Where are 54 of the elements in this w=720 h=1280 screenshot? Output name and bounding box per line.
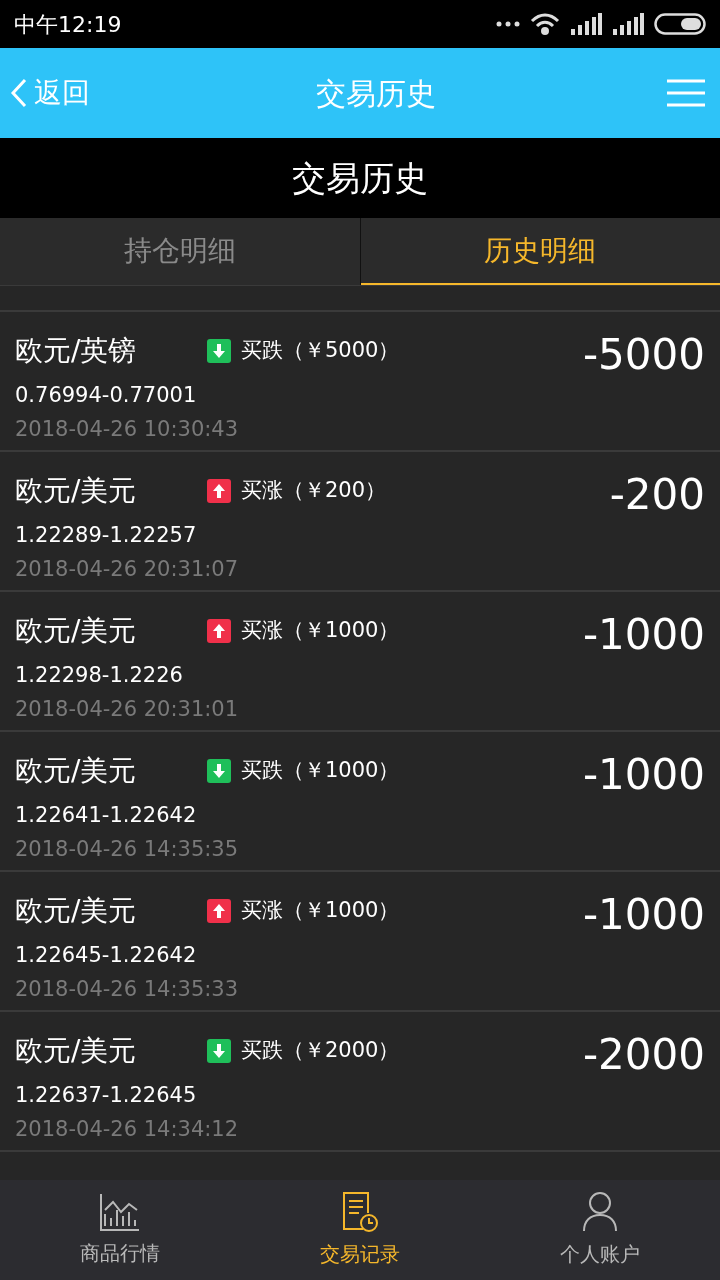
trade-row[interactable]: 欧元/美元 买涨（￥1000） 1.22645-1.22642 2018-04-26 14:35:33 -1000 bbox=[0, 872, 720, 1012]
profit-amount: -200 bbox=[609, 474, 705, 521]
currency-pair: 欧元/美元 bbox=[15, 893, 138, 929]
profit-amount: -1000 bbox=[582, 754, 705, 801]
document-clock-icon bbox=[341, 1191, 379, 1233]
profit-amount: -1000 bbox=[582, 894, 705, 941]
price-range: 1.22289-1.22257 bbox=[15, 522, 198, 549]
currency-pair: 欧元/美元 bbox=[15, 1033, 138, 1069]
trade-row[interactable]: 欧元/英镑 买跌（￥5000） 0.76994-0.77001 2018-04-26 10:30:43 -5000 bbox=[0, 312, 720, 452]
status-time: 中午12:19 bbox=[14, 10, 122, 39]
trade-row[interactable]: 欧元/美元 买跌（￥1000） 1.22641-1.22642 2018-04-26 14:35:35 -1000 bbox=[0, 732, 720, 872]
profit-amount: -1000 bbox=[582, 614, 705, 661]
currency-pair: 欧元/英镑 bbox=[15, 333, 138, 369]
battery-icon bbox=[654, 13, 706, 35]
wifi-icon bbox=[530, 13, 560, 35]
profit-amount: -5000 bbox=[582, 334, 705, 381]
signal-icon bbox=[612, 13, 644, 35]
currency-pair: 欧元/美元 bbox=[15, 613, 138, 649]
nav-tab[interactable]: 商品行情 bbox=[0, 1180, 240, 1280]
tab[interactable]: 历史明细 bbox=[360, 218, 720, 285]
trade-action: 买涨（￥200） bbox=[241, 477, 387, 505]
profit-amount: -2000 bbox=[582, 1034, 705, 1081]
bar-chart-icon bbox=[99, 1192, 141, 1232]
trade-time: 2018-04-26 14:35:33 bbox=[15, 975, 240, 1003]
signal-icon bbox=[570, 13, 602, 35]
trade-time: 2018-04-26 14:34:12 bbox=[15, 1115, 240, 1143]
currency-pair: 欧元/美元 bbox=[15, 753, 138, 789]
trade-action: 买跌（￥1000） bbox=[241, 757, 400, 785]
chevron-left-icon bbox=[10, 78, 28, 108]
trade-time: 2018-04-26 10:30:43 bbox=[15, 415, 240, 443]
trade-time: 2018-04-26 20:31:07 bbox=[15, 555, 240, 583]
page-title: 交易历史 bbox=[292, 156, 428, 200]
trade-row[interactable]: 欧元/美元 买跌（￥2000） 1.22637-1.22645 2018-04-26 14:34:12 -2000 bbox=[0, 1012, 720, 1152]
nav-tab[interactable]: 交易记录 bbox=[240, 1180, 480, 1280]
tab[interactable]: 持仓明细 bbox=[0, 218, 360, 285]
price-range: 1.22641-1.22642 bbox=[15, 802, 198, 829]
trade-row[interactable]: 欧元/美元 买涨（￥1000） 1.22298-1.2226 2018-04-26 20:31:01 -1000 bbox=[0, 592, 720, 732]
header-title: 交易历史 bbox=[316, 74, 436, 113]
trade-action: 买涨（￥1000） bbox=[241, 897, 400, 925]
price-range: 1.22645-1.22642 bbox=[15, 942, 198, 969]
trade-time: 2018-04-26 14:35:35 bbox=[15, 835, 240, 863]
price-range: 1.22637-1.22645 bbox=[15, 1082, 198, 1109]
price-range: 1.22298-1.2226 bbox=[15, 662, 184, 689]
menu-icon bbox=[667, 79, 705, 107]
nav-tab[interactable]: 个人账户 bbox=[480, 1180, 720, 1280]
currency-pair: 欧元/美元 bbox=[15, 473, 138, 509]
more-dots-icon bbox=[496, 21, 520, 27]
person-icon bbox=[582, 1191, 618, 1233]
trade-action: 买跌（￥2000） bbox=[241, 1037, 400, 1065]
trade-row[interactable]: 欧元/美元 买涨（￥200） 1.22289-1.22257 2018-04-26 20:31:07 -200 bbox=[0, 452, 720, 592]
trade-action: 买涨（￥1000） bbox=[241, 617, 400, 645]
price-range: 0.76994-0.77001 bbox=[15, 382, 198, 409]
trade-action: 买跌（￥5000） bbox=[241, 337, 400, 365]
trade-time: 2018-04-26 20:31:01 bbox=[15, 695, 240, 723]
